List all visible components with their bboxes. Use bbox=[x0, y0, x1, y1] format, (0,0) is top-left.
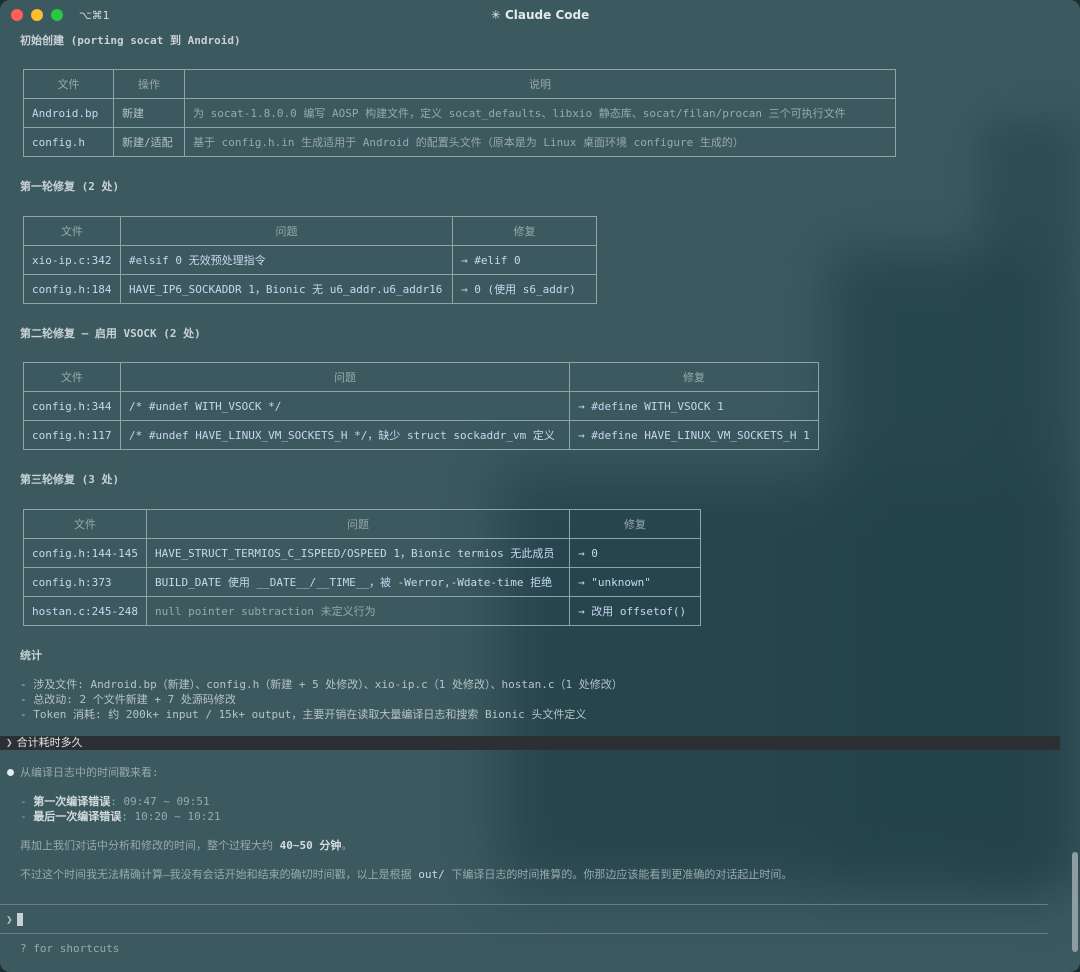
column-header: 操作 bbox=[113, 69, 185, 99]
issue-cell: BUILD_DATE 使用 __DATE__/__TIME__，被 -Werro… bbox=[146, 567, 570, 597]
column-header: 文件 bbox=[23, 216, 121, 246]
column-header: 问题 bbox=[120, 216, 453, 246]
fix-cell: → 改用 offsetof() bbox=[569, 596, 701, 626]
round2-fixes-table: 文件 问题 修复 config.h:344 /* #undef WITH_VSO… bbox=[23, 362, 819, 450]
table-header-row: 文件 操作 说明 bbox=[23, 69, 896, 99]
column-header: 修复 bbox=[569, 362, 819, 392]
issue-cell: /* #undef HAVE_LINUX_VM_SOCKETS_H */，缺少 … bbox=[120, 420, 570, 450]
file-cell: config.h:184 bbox=[23, 274, 121, 304]
note-path: out/ bbox=[418, 868, 445, 881]
user-prompt-message: ❯ 合计耗时多久 bbox=[0, 736, 1060, 750]
input-top-divider bbox=[0, 904, 1048, 905]
column-header: 修复 bbox=[452, 216, 597, 246]
operation-cell: 新建 bbox=[113, 98, 185, 128]
answer-first-error: - 第一次编译错误: 09:47 ~ 09:51 bbox=[20, 795, 210, 808]
table-header-row: 文件 问题 修复 bbox=[23, 362, 819, 392]
stats-heading: 统计 bbox=[20, 649, 42, 662]
stats-item: - 总改动: 2 个文件新建 + 7 处源码修改 bbox=[20, 693, 236, 706]
prompt-chevron-icon: ❯ bbox=[6, 736, 13, 749]
last-error-value: : 10:20 ~ 10:21 bbox=[121, 810, 221, 823]
fix-cell: → #define HAVE_LINUX_VM_SOCKETS_H 1 bbox=[569, 420, 819, 450]
prompt-input[interactable]: ❯ bbox=[6, 912, 23, 926]
description-cell: 基于 config.h.in 生成适用于 Android 的配置头文件（原本是为… bbox=[184, 127, 896, 157]
fix-cell: → 0 (使用 s6_addr) bbox=[452, 274, 597, 304]
last-error-label: 最后一次编译错误 bbox=[33, 810, 122, 823]
note-suffix: 下编译日志的时间推算的。你那边应该能看到更准确的对话起止时间。 bbox=[444, 868, 793, 881]
column-header: 文件 bbox=[23, 362, 121, 392]
fix-cell: → #elif 0 bbox=[452, 245, 597, 275]
shortcuts-hint: ? for shortcuts bbox=[20, 942, 120, 955]
answer-note: 不过这个时间我无法精确计算—我没有会话开始和结束的确切时间戳，以上是根据 out… bbox=[20, 867, 792, 882]
operation-cell: 新建/适配 bbox=[113, 127, 185, 157]
answer-total-time: 再加上我们对话中分析和修改的时间，整个过程大约 40~50 分钟。 bbox=[20, 838, 352, 853]
round1-fixes-table: 文件 问题 修复 xio-ip.c:342 #elsif 0 无效预处理指令 →… bbox=[23, 216, 597, 304]
title-bar: ⌥⌘1 ✳ Claude Code bbox=[0, 0, 1080, 30]
table-row: hostan.c:245-248 null pointer subtractio… bbox=[23, 596, 701, 626]
table-row: config.h:184 HAVE_IP6_SOCKADDR 1，Bionic … bbox=[23, 274, 597, 304]
table-row: config.h:117 /* #undef HAVE_LINUX_VM_SOC… bbox=[23, 420, 819, 450]
file-cell: hostan.c:245-248 bbox=[23, 596, 147, 626]
issue-cell: /* #undef WITH_VSOCK */ bbox=[120, 391, 570, 421]
table-header-row: 文件 问题 修复 bbox=[23, 216, 597, 246]
issue-cell: null pointer subtraction 未定义行为 bbox=[146, 596, 570, 626]
fix-cell: → 0 bbox=[569, 538, 701, 568]
initial-changes-table: 文件 操作 说明 Android.bp 新建 为 socat-1.8.0.0 编… bbox=[23, 69, 896, 157]
column-header: 问题 bbox=[146, 509, 570, 539]
column-header: 说明 bbox=[184, 69, 896, 99]
column-header: 修复 bbox=[569, 509, 701, 539]
vertical-scrollbar[interactable] bbox=[1072, 852, 1078, 952]
file-cell: config.h:344 bbox=[23, 391, 121, 421]
close-button[interactable] bbox=[11, 9, 23, 21]
window-shortcut-label: ⌥⌘1 bbox=[79, 8, 110, 22]
column-header: 文件 bbox=[23, 509, 147, 539]
section-heading-round3: 第三轮修复 (3 处) bbox=[20, 473, 120, 486]
round3-fixes-table: 文件 问题 修复 config.h:144-145 HAVE_STRUCT_TE… bbox=[23, 509, 701, 626]
issue-cell: HAVE_IP6_SOCKADDR 1，Bionic 无 u6_addr.u6_… bbox=[120, 274, 453, 304]
table-header-row: 文件 问题 修复 bbox=[23, 509, 701, 539]
fix-cell: → "unknown" bbox=[569, 567, 701, 597]
table-row: config.h 新建/适配 基于 config.h.in 生成适用于 Andr… bbox=[23, 127, 896, 157]
issue-cell: #elsif 0 无效预处理指令 bbox=[120, 245, 453, 275]
zoom-button[interactable] bbox=[51, 9, 63, 21]
section-heading-round2: 第二轮修复 — 启用 VSOCK (2 处) bbox=[20, 327, 201, 340]
total-prefix: 再加上我们对话中分析和修改的时间，整个过程大约 bbox=[20, 839, 280, 852]
column-header: 问题 bbox=[120, 362, 570, 392]
window-title: ✳ Claude Code bbox=[490, 8, 590, 22]
file-cell: config.h bbox=[23, 127, 114, 157]
column-header: 文件 bbox=[23, 69, 114, 99]
file-cell: xio-ip.c:342 bbox=[23, 245, 121, 275]
table-row: Android.bp 新建 为 socat-1.8.0.0 编写 AOSP 构建… bbox=[23, 98, 896, 128]
stats-item: - Token 消耗: 约 200k+ input / 15k+ output，… bbox=[20, 708, 587, 721]
issue-cell: HAVE_STRUCT_TERMIOS_C_ISPEED/OSPEED 1，Bi… bbox=[146, 538, 570, 568]
total-value: 40~50 分钟 bbox=[279, 839, 342, 852]
text-cursor bbox=[16, 912, 23, 926]
input-bottom-divider bbox=[0, 933, 1048, 934]
file-cell: Android.bp bbox=[23, 98, 114, 128]
terminal-window: ⌥⌘1 ✳ Claude Code 初始创建 (porting socat 到 … bbox=[0, 0, 1080, 972]
stats-item: - 涉及文件: Android.bp（新建）、config.h（新建 + 5 处… bbox=[20, 678, 623, 691]
answer-last-error: - 最后一次编译错误: 10:20 ~ 10:21 bbox=[20, 810, 221, 823]
section-heading-round1: 第一轮修复 (2 处) bbox=[20, 180, 120, 193]
section-heading-initial: 初始创建 (porting socat 到 Android) bbox=[20, 34, 241, 47]
table-row: xio-ip.c:342 #elsif 0 无效预处理指令 → #elif 0 bbox=[23, 245, 597, 275]
minimize-button[interactable] bbox=[31, 9, 43, 21]
first-error-value: : 09:47 ~ 09:51 bbox=[110, 795, 210, 808]
note-prefix: 不过这个时间我无法精确计算—我没有会话开始和结束的确切时间戳，以上是根据 bbox=[20, 868, 419, 881]
table-row: config.h:344 /* #undef WITH_VSOCK */ → #… bbox=[23, 391, 819, 421]
fix-cell: → #define WITH_VSOCK 1 bbox=[569, 391, 819, 421]
total-suffix: 。 bbox=[341, 839, 353, 852]
answer-intro: 从编译日志中的时间戳来看: bbox=[20, 766, 159, 779]
table-row: config.h:373 BUILD_DATE 使用 __DATE__/__TI… bbox=[23, 567, 701, 597]
background-blur bbox=[830, 250, 1040, 870]
description-cell: 为 socat-1.8.0.0 编写 AOSP 构建文件，定义 socat_de… bbox=[184, 98, 896, 128]
file-cell: config.h:144-145 bbox=[23, 538, 147, 568]
file-cell: config.h:373 bbox=[23, 567, 147, 597]
table-row: config.h:144-145 HAVE_STRUCT_TERMIOS_C_I… bbox=[23, 538, 701, 568]
traffic-lights bbox=[11, 9, 63, 21]
first-error-label: 第一次编译错误 bbox=[33, 795, 111, 808]
user-prompt-text: 合计耗时多久 bbox=[16, 736, 83, 749]
response-bullet-icon bbox=[7, 769, 14, 776]
file-cell: config.h:117 bbox=[23, 420, 121, 450]
input-chevron-icon: ❯ bbox=[6, 912, 13, 926]
